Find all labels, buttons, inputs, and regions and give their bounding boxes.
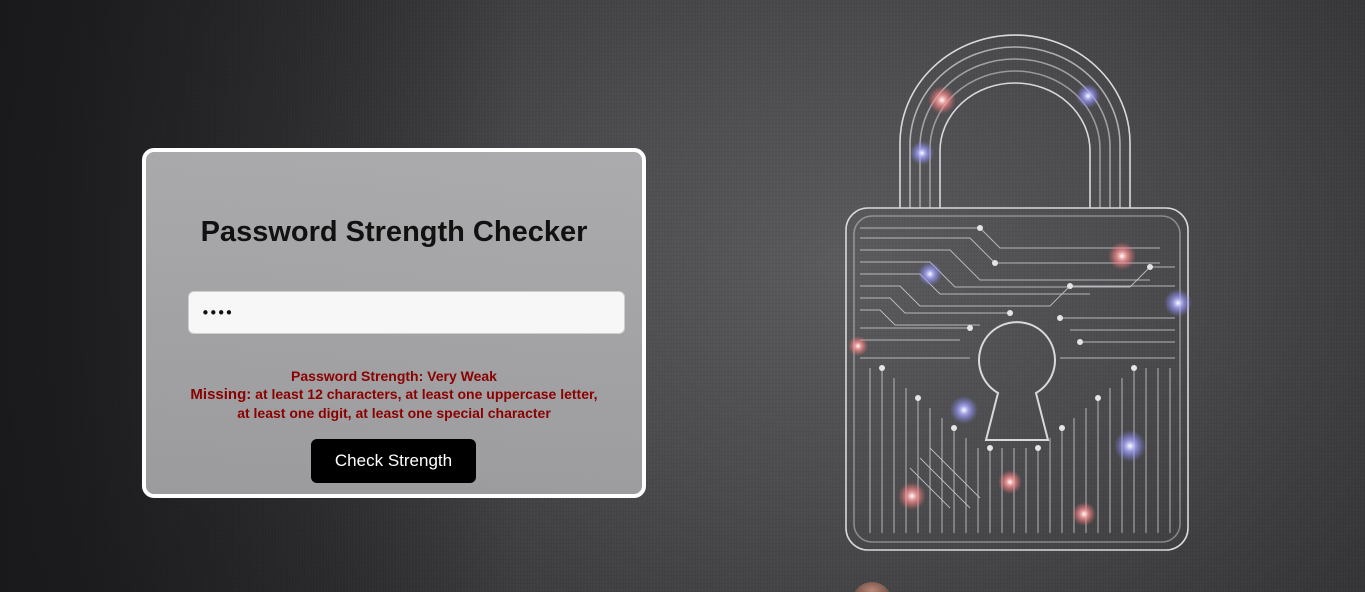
circuit-padlock-icon: [845, 34, 1192, 551]
password-checker-card: Password Strength Checker Password Stren…: [142, 148, 646, 498]
password-input[interactable]: [188, 291, 625, 334]
strength-result: Password Strength: Very Weak Missing: at…: [186, 367, 602, 422]
check-strength-button[interactable]: Check Strength: [311, 439, 476, 483]
hand-fingertip: [852, 582, 892, 592]
page-title: Password Strength Checker: [200, 216, 588, 248]
missing-requirements: Missing: at least 12 characters, at leas…: [186, 385, 602, 422]
missing-text: at least 12 characters, at least one upp…: [237, 386, 598, 421]
strength-level-text: Password Strength: Very Weak: [291, 368, 497, 384]
missing-label: Missing:: [190, 386, 252, 403]
